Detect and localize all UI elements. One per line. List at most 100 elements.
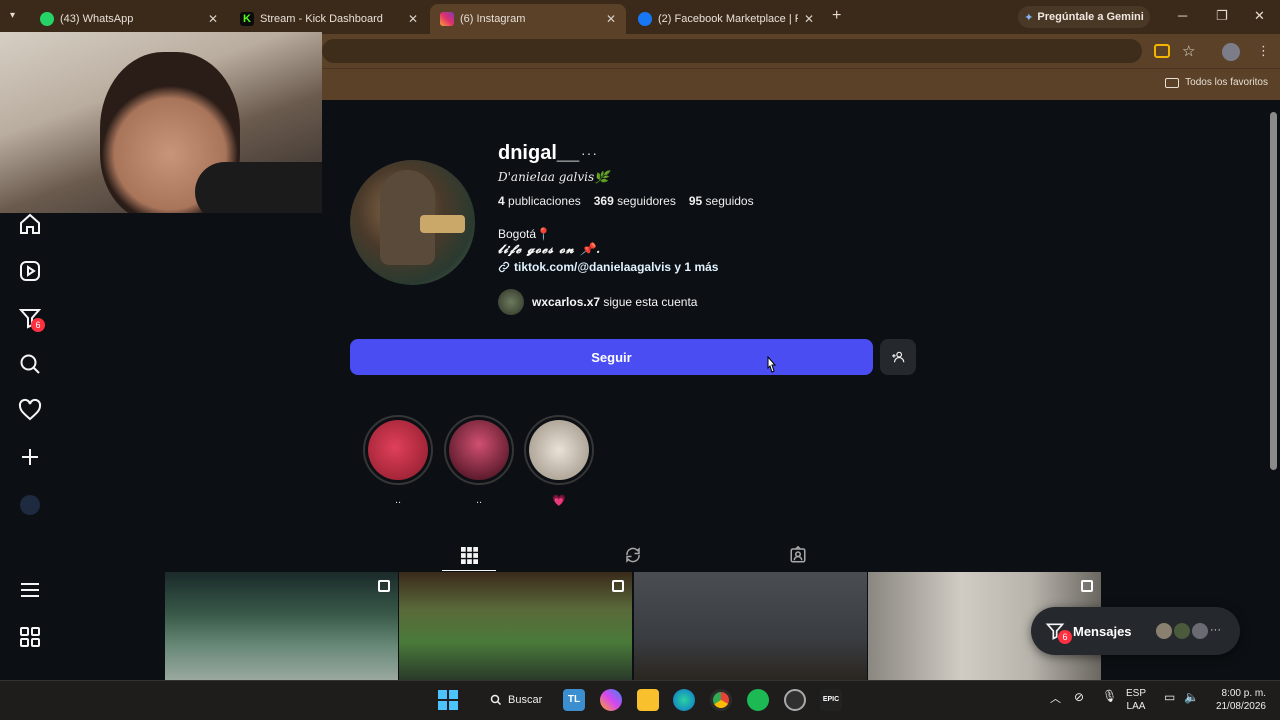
bio-link[interactable]: tiktok.com/@danielaagalvis y 1 más — [498, 260, 718, 274]
tray-chevron-icon[interactable]: ︿ — [1050, 690, 1061, 706]
following-count: 95 — [688, 194, 703, 208]
close-window-icon[interactable]: ✕ — [1254, 8, 1265, 24]
tab-reposts[interactable] — [606, 540, 660, 570]
chrome-icon[interactable] — [710, 689, 732, 711]
network-off-icon[interactable]: ⊘ — [1074, 690, 1084, 704]
heart-icon[interactable] — [18, 398, 42, 422]
new-tab-button[interactable]: + — [832, 7, 841, 25]
bio-line-quote: 𝓵𝓲𝓯𝓮 𝓰𝓸𝓮𝓼 𝓸𝓷 📌. — [498, 242, 602, 256]
close-tab-icon[interactable]: ✕ — [606, 12, 616, 26]
repost-icon — [626, 547, 640, 563]
tab-kick[interactable]: K Stream - Kick Dashboard ✕ — [230, 4, 428, 34]
all-bookmarks-folder[interactable]: Todos los favoritos — [1165, 77, 1268, 88]
reels-icon[interactable] — [18, 259, 42, 283]
messages-more-icon[interactable]: ··· — [1210, 624, 1221, 636]
microphone-icon[interactable]: 🎙 — [1102, 689, 1117, 703]
steam-like-icon[interactable] — [784, 689, 806, 711]
followers-count: 369 — [593, 194, 614, 208]
close-tab-icon[interactable]: ✕ — [408, 12, 418, 26]
create-plus-icon[interactable] — [18, 445, 42, 469]
post-thumbnail-3[interactable] — [634, 572, 867, 680]
follower-avatar — [498, 289, 524, 315]
highlight-1-label: .. — [394, 494, 402, 506]
display-icon[interactable]: ▭ — [1164, 690, 1175, 704]
scrollbar-thumb[interactable] — [1270, 112, 1277, 470]
browser-tab-strip: ▾ (43) WhatsApp ✕ K Stream - Kick Dashbo… — [0, 0, 1280, 34]
clock-date: 21/08/2026 — [1215, 701, 1266, 712]
restore-icon[interactable]: ❐ — [1216, 8, 1228, 24]
carousel-icon — [612, 580, 624, 592]
carousel-icon — [378, 580, 390, 592]
home-icon[interactable] — [18, 212, 42, 236]
tab-search-dropdown[interactable]: ▾ — [10, 10, 15, 21]
apps-grid-icon[interactable] — [18, 625, 42, 649]
menu-hamburger-icon[interactable] — [18, 578, 42, 602]
bookmark-star-icon[interactable]: ☆ — [1182, 42, 1195, 60]
edge-icon[interactable] — [673, 689, 695, 711]
profile-avatar-icon[interactable] — [1222, 43, 1240, 61]
add-person-icon — [892, 351, 905, 363]
webcam-overlay — [0, 32, 322, 213]
active-tab-indicator — [442, 570, 496, 571]
file-explorer-icon[interactable] — [637, 689, 659, 711]
install-app-icon[interactable] — [1154, 44, 1170, 58]
taskbar-search-label: Buscar — [508, 694, 543, 706]
copilot-icon[interactable] — [600, 689, 622, 711]
followed-by[interactable]: wxcarlos.x7 sigue esta cuenta — [498, 289, 697, 315]
suggested-accounts-button[interactable] — [880, 339, 916, 375]
tab-whatsapp[interactable]: (43) WhatsApp ✕ — [30, 4, 228, 34]
address-bar[interactable] — [322, 39, 1142, 63]
spotify-icon[interactable] — [747, 689, 769, 711]
minimize-icon[interactable]: ─ — [1178, 8, 1187, 23]
follow-button[interactable]: Seguir — [350, 339, 873, 375]
highlight-1[interactable] — [363, 415, 433, 485]
tab-tagged[interactable] — [771, 540, 825, 570]
followers-stat[interactable]: 369 seguidores — [594, 194, 676, 208]
follower-username: wxcarlos.x7 — [532, 295, 601, 309]
messages-badge: 6 — [1058, 630, 1072, 644]
profile-options-icon[interactable]: ··· — [581, 145, 598, 161]
profile-username: dnigal__ — [498, 142, 580, 164]
link-icon — [498, 261, 510, 273]
tab-posts[interactable] — [442, 540, 496, 570]
windows-start-icon[interactable] — [438, 690, 458, 710]
highlight-3[interactable] — [524, 415, 594, 485]
mouse-cursor — [767, 356, 776, 373]
gemini-label: Pregúntale a Gemini — [1037, 11, 1144, 23]
carousel-icon — [1081, 580, 1093, 592]
lang-layout: LAA — [1126, 701, 1146, 712]
taskbar-search[interactable]: Buscar — [480, 688, 550, 712]
keyboard-language[interactable]: ESP LAA — [1126, 687, 1146, 713]
tab-title: (2) Facebook Marketplace | Face — [658, 13, 798, 25]
tab-instagram[interactable]: (6) Instagram ✕ — [430, 4, 626, 34]
post-thumbnail-2[interactable] — [399, 572, 632, 680]
epic-games-icon[interactable]: EPIC — [820, 689, 842, 711]
tagged-person-icon — [790, 546, 806, 563]
kick-icon: K — [240, 12, 254, 26]
search-icon[interactable] — [18, 352, 42, 376]
tab-title: Stream - Kick Dashboard — [260, 13, 383, 25]
browser-menu-icon[interactable]: ⋮ — [1257, 43, 1270, 59]
posts-stat: 4 publicaciones — [498, 194, 581, 208]
gemini-button[interactable]: ✦ Pregúntale a Gemini — [1018, 6, 1150, 28]
following-stat[interactable]: 95 seguidos — [689, 194, 754, 208]
highlight-cover — [368, 420, 428, 480]
highlight-2[interactable] — [444, 415, 514, 485]
teamviewer-icon[interactable]: TL — [563, 689, 585, 711]
system-clock[interactable]: 8:00 p. m. 21/08/2026 — [1208, 687, 1266, 713]
tab-title: (6) Instagram — [460, 13, 526, 25]
close-tab-icon[interactable]: ✕ — [208, 12, 218, 26]
tab-facebook[interactable]: (2) Facebook Marketplace | Face ✕ — [628, 4, 824, 34]
tab-title: (43) WhatsApp — [60, 13, 134, 25]
profile-avatar[interactable] — [350, 160, 475, 285]
instagram-icon — [440, 12, 454, 26]
volume-icon[interactable]: 🔈 — [1184, 690, 1199, 704]
folder-icon — [1165, 77, 1180, 88]
close-tab-icon[interactable]: ✕ — [804, 12, 814, 26]
post-thumbnail-1[interactable] — [165, 572, 398, 680]
followers-label: seguidores — [617, 194, 676, 208]
clock-time: 8:00 p. m. — [1221, 688, 1266, 699]
profile-nav-avatar[interactable] — [20, 495, 40, 515]
avatar-photo-table — [420, 215, 465, 233]
highlight-cover — [529, 420, 589, 480]
